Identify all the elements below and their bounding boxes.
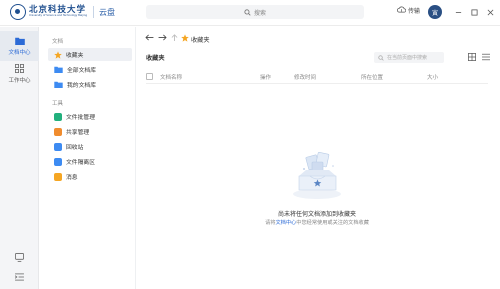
message-icon <box>54 172 62 181</box>
section-tools-label: 工具 <box>52 101 64 107</box>
filter-placeholder: 在当前页面中搜索 <box>387 55 428 61</box>
star-icon <box>54 50 62 59</box>
table-header: 文档名称 操作 修改时间 所在位置 大小 <box>146 70 488 84</box>
search-icon <box>378 54 384 61</box>
page-title: 收藏夹 <box>146 55 165 62</box>
sidebar-item-share-manage[interactable]: 共享管理 <box>48 125 132 138</box>
grid-view-button[interactable] <box>468 53 476 61</box>
sidebar-item-label: 收藏夹 <box>66 53 84 59</box>
user-avatar[interactable]: 寅 <box>428 5 442 19</box>
list-view-button[interactable] <box>482 53 490 61</box>
folder-icon <box>14 37 25 45</box>
grid-icon <box>15 64 24 73</box>
search-icon <box>244 8 251 16</box>
collapse-button[interactable] <box>14 273 24 283</box>
empty-state-illustration <box>290 151 345 202</box>
sidebar-item-my-library[interactable]: 我的文档库 <box>48 78 132 91</box>
doc-center-link[interactable]: 文档中心 <box>275 220 296 226</box>
empty-sub-prefix: 请将 <box>265 220 276 226</box>
sidebar-item-favorites[interactable]: 收藏夹 <box>48 48 132 61</box>
minimize-button[interactable] <box>452 5 464 19</box>
minimize-icon <box>455 11 461 13</box>
up-button[interactable] <box>171 34 178 41</box>
empty-state-subtitle: 请将文档中心中您经常使用或关注的文档收藏 <box>0 219 500 226</box>
column-size[interactable]: 大小 <box>427 73 438 81</box>
column-location: 所在位置 <box>361 75 384 81</box>
grid-view-icon <box>468 53 476 61</box>
university-logo: 北京科技大学 University of Science and Technol… <box>10 4 115 20</box>
sidebar-item-label: 我的文档库 <box>67 83 96 89</box>
column-actions: 操作 <box>260 75 272 81</box>
arrow-right-icon <box>158 34 167 41</box>
sidebar: 文档 收藏夹 全部文档库 我的文档库 工具 文件批管理 共享管理 回收站 文件隔… <box>40 27 136 289</box>
sidebar-item-label: 文件隔离区 <box>66 160 95 166</box>
left-rail: 文档中心 工作中心 <box>0 27 39 289</box>
logo-text: 北京科技大学 University of Science and Technol… <box>29 6 87 18</box>
app-name: 云盘 <box>99 7 115 17</box>
sidebar-item-batch-manage[interactable]: 文件批管理 <box>48 110 132 123</box>
sidebar-item-label: 文件批管理 <box>66 115 95 121</box>
sidebar-item-label: 回收站 <box>66 145 84 151</box>
arrow-left-icon <box>145 34 154 41</box>
logo-english-name: University of Science and Technology Bei… <box>29 14 87 18</box>
sidebar-item-messages[interactable]: 消息 <box>48 170 132 183</box>
rail-item-doc-center[interactable]: 文档中心 <box>0 31 39 61</box>
transfer-button[interactable]: 传输 <box>397 6 420 15</box>
list-view-icon <box>482 53 490 61</box>
sidebar-item-label: 共享管理 <box>66 130 90 136</box>
select-all-checkbox[interactable] <box>146 73 153 80</box>
empty-state-title: 尚未将任何文档添加到收藏夹 <box>277 211 356 218</box>
filter-input[interactable]: 在当前页面中搜索 <box>374 52 444 63</box>
quarantine-icon <box>54 157 62 166</box>
close-icon <box>487 9 493 15</box>
sidebar-item-label: 消息 <box>66 175 78 181</box>
seal-icon <box>10 4 26 20</box>
maximize-button[interactable] <box>468 5 480 19</box>
rail-label-work-center: 工作中心 <box>8 78 31 84</box>
section-docs-label: 文档 <box>52 39 64 45</box>
batch-icon <box>54 112 62 121</box>
menu-collapse-icon <box>14 273 24 281</box>
logo-divider <box>93 6 94 18</box>
arrow-up-icon <box>171 34 178 41</box>
maximize-icon <box>470 8 478 16</box>
sidebar-item-recycle-bin[interactable]: 回收站 <box>48 140 132 153</box>
folder-icon <box>54 66 63 73</box>
folder-icon <box>54 81 63 88</box>
sidebar-item-quarantine[interactable]: 文件隔离区 <box>48 155 132 168</box>
top-bar: 北京科技大学 University of Science and Technol… <box>0 0 500 26</box>
search-placeholder: 搜索 <box>253 9 266 17</box>
star-icon <box>181 34 189 42</box>
column-name[interactable]: 文档名称 <box>160 73 182 81</box>
sidebar-item-label: 全部文档库 <box>67 68 96 74</box>
recycle-icon <box>54 142 62 151</box>
breadcrumb-star <box>181 34 189 42</box>
back-button[interactable] <box>145 34 154 41</box>
transfer-label: 传输 <box>408 8 421 15</box>
rail-label-doc-center: 文档中心 <box>8 49 31 56</box>
empty-sub-suffix: 中您经常使用或关注的文档收藏 <box>296 220 369 226</box>
column-modified[interactable]: 修改时间 <box>294 73 316 81</box>
close-button[interactable] <box>484 5 496 19</box>
share-icon <box>54 127 62 136</box>
sidebar-item-all-libraries[interactable]: 全部文档库 <box>48 63 132 76</box>
rail-item-work-center[interactable]: 工作中心 <box>0 59 39 89</box>
forward-button[interactable] <box>158 34 167 41</box>
cloud-transfer-icon <box>397 6 407 15</box>
global-search-input[interactable]: 搜索 <box>146 5 364 19</box>
monitor-icon <box>15 253 24 262</box>
breadcrumb[interactable]: 收藏夹 <box>191 35 210 44</box>
help-button[interactable] <box>15 253 24 264</box>
